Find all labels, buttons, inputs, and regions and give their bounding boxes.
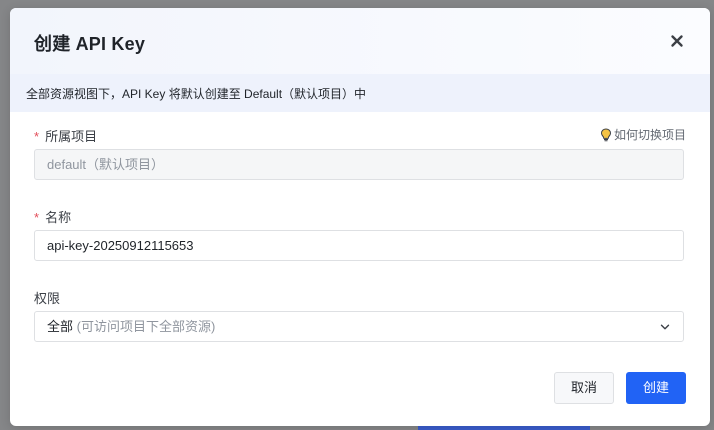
lightbulb-icon — [600, 127, 611, 141]
cancel-button[interactable]: 取消 — [554, 372, 614, 404]
name-input[interactable]: api-key-20250912115653 — [34, 230, 684, 261]
permission-field-label: 权限 — [34, 288, 60, 307]
name-field-label: * 名称 — [34, 207, 71, 226]
create-api-key-dialog: 创建 API Key 全部资源视图下，API Key 将默认创建至 Defaul… — [10, 8, 710, 426]
name-label-text: 名称 — [45, 210, 72, 225]
info-notice: 全部资源视图下，API Key 将默认创建至 Default（默认项目）中 — [10, 74, 710, 112]
required-mark: * — [34, 129, 40, 144]
project-value: default（默认项目） — [47, 157, 165, 172]
create-button[interactable]: 创建 — [626, 372, 686, 404]
close-icon[interactable] — [668, 32, 686, 50]
permission-select[interactable]: 全部 (可访问项目下全部资源) — [34, 311, 684, 342]
dialog-header: 创建 API Key — [10, 8, 710, 74]
hint-text: 如何切换项目 — [613, 128, 686, 142]
permission-label-text: 权限 — [34, 291, 61, 306]
project-field-label: * 所属项目 — [34, 126, 97, 145]
required-mark: * — [34, 210, 40, 225]
switch-project-help-link[interactable]: 如何切换项目 — [600, 126, 686, 143]
name-value: api-key-20250912115653 — [47, 238, 194, 253]
chevron-down-icon — [660, 324, 670, 330]
project-label-text: 所属项目 — [45, 129, 98, 144]
permission-value: 全部 — [47, 319, 74, 334]
notice-text: 全部资源视图下，API Key 将默认创建至 Default（默认项目）中 — [26, 87, 367, 101]
project-input: default（默认项目） — [34, 149, 684, 180]
permission-description: (可访问项目下全部资源) — [76, 319, 216, 334]
dialog-title: 创建 API Key — [34, 34, 146, 54]
